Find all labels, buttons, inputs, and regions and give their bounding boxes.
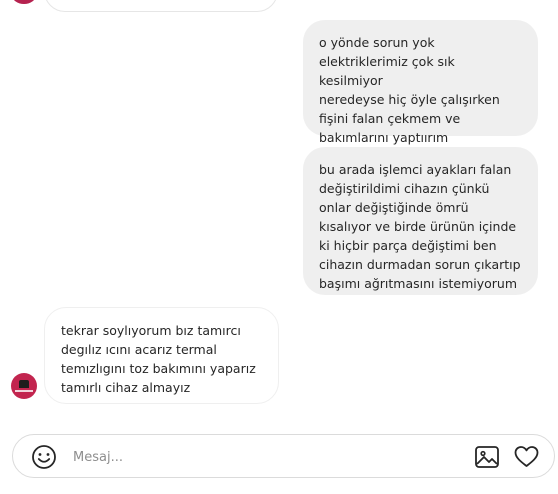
avatar-logo-shape xyxy=(19,380,29,388)
outgoing-message-bubble[interactable]: bu arada işlemci ayakları falan değiştir… xyxy=(303,147,538,295)
message-input[interactable] xyxy=(73,446,453,468)
image-icon[interactable] xyxy=(474,444,500,470)
emoji-icon[interactable] xyxy=(31,444,57,470)
heart-icon[interactable] xyxy=(513,444,540,470)
avatar-logo-text xyxy=(15,390,33,392)
sender-avatar[interactable] xyxy=(11,373,37,399)
incoming-message-bubble[interactable]: tekrar soylıyorum bız tamırcı degılız ıc… xyxy=(44,307,279,404)
message-thread: o yönde sorun yok elektriklerimiz çok sı… xyxy=(0,0,558,494)
outgoing-message-bubble[interactable]: o yönde sorun yok elektriklerimiz çok sı… xyxy=(303,20,538,145)
sender-avatar-previous[interactable] xyxy=(12,0,36,4)
message-composer xyxy=(12,434,555,478)
incoming-message-bubble-previous[interactable] xyxy=(44,0,278,12)
